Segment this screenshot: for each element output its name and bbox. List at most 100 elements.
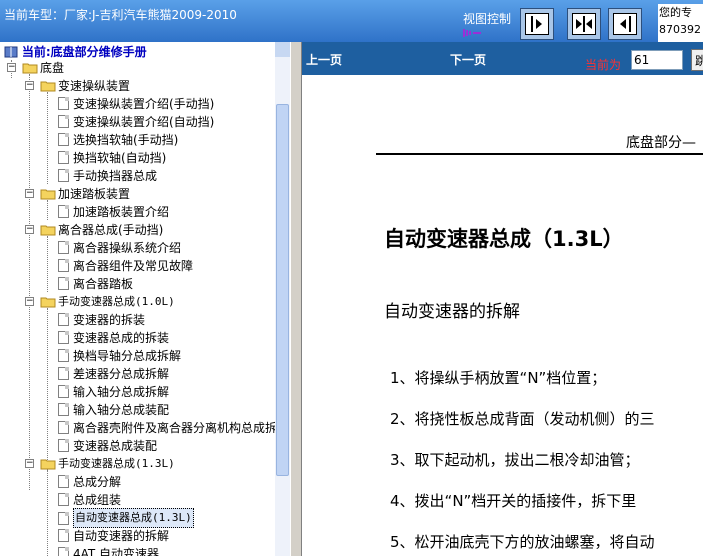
tree-item-label: 离合器总成(手动挡): [58, 222, 164, 237]
document-icon: [58, 403, 69, 416]
tree-item-label: 自动变速器的拆解: [73, 528, 170, 543]
tree-item[interactable]: 离合器踏板: [58, 274, 133, 292]
expander-minus-icon[interactable]: −: [25, 459, 34, 468]
top-bar: 当前车型：厂家:J-吉利汽车熊猫2009-2010 视图控制 您的专 87039…: [0, 0, 703, 42]
tree-item[interactable]: 变速器总成装配: [58, 436, 157, 454]
book-icon: [4, 46, 18, 57]
document-icon: [58, 205, 69, 218]
tree-item[interactable]: 总成分解: [58, 472, 121, 490]
tree-item-label: 总成分解: [73, 474, 122, 489]
tree-item[interactable]: 离合器组件及常见故障: [58, 256, 193, 274]
tree-item[interactable]: 变速器的拆装: [58, 310, 145, 328]
document-icon: [58, 151, 69, 164]
tree-item[interactable]: 换档导轴分总成拆解: [58, 346, 181, 364]
tree-item-label: 总成组装: [73, 492, 122, 507]
tree-item[interactable]: 加速踏板装置: [40, 184, 130, 202]
tree-item[interactable]: 加速踏板装置介绍: [58, 202, 169, 220]
tree-item[interactable]: 换挡软轴(自动挡): [58, 148, 166, 166]
tree-item-label: 变速操纵装置介绍(手动挡): [73, 96, 215, 111]
tree-scrollbar[interactable]: [275, 42, 290, 556]
panel-split-icon: [576, 16, 592, 32]
tree-item-label: 换档导轴分总成拆解: [73, 348, 182, 363]
expander-minus-icon[interactable]: −: [25, 297, 34, 306]
document-icon: [58, 169, 69, 182]
tree-item[interactable]: 变速操纵装置: [40, 76, 130, 94]
tree-item-label: 加速踏板装置: [58, 186, 131, 201]
document-icon: [58, 367, 69, 380]
document-icon: [58, 115, 69, 128]
document-icon: [58, 475, 69, 488]
tree-item-label: 自动变速器总成(1.3L): [73, 508, 194, 528]
tree-item-selected[interactable]: 自动变速器总成(1.3L): [58, 508, 194, 528]
view-split-button[interactable]: [567, 8, 601, 40]
tree-item-label: 离合器壳附件及离合器分离机构总成拆: [73, 420, 278, 435]
tree-item[interactable]: 底盘: [22, 58, 64, 76]
tree-item[interactable]: 离合器操纵系统介绍: [58, 238, 181, 256]
expander-minus-icon[interactable]: −: [25, 81, 34, 90]
tree-item[interactable]: 总成组装: [58, 490, 121, 508]
tree-item-label: 离合器踏板: [73, 276, 134, 291]
tree-item-label: 变速器总成装配: [73, 438, 158, 453]
tree-item-label: 输入轴分总成装配: [73, 402, 170, 417]
tree-item[interactable]: 输入轴分总成装配: [58, 400, 169, 418]
folder-icon: [40, 297, 56, 307]
tree-item[interactable]: 4AT 自动变速器: [58, 544, 159, 556]
document-icon: [58, 349, 69, 362]
header-divider: [376, 153, 703, 155]
tree-item-label: 离合器操纵系统介绍: [73, 240, 182, 255]
tree-line: [47, 236, 48, 292]
document-icon: [58, 439, 69, 452]
tree-item[interactable]: 手动换挡器总成: [58, 166, 157, 184]
tree-item[interactable]: 变速操纵装置介绍(手动挡): [58, 94, 214, 112]
folder-icon: [40, 225, 56, 235]
tree-line: [47, 92, 48, 184]
page-nav-bar: 上一页 下一页 当前为 跳: [302, 42, 703, 75]
prev-page-link[interactable]: 上一页: [306, 51, 342, 68]
document-icon: [58, 259, 69, 272]
document-view: 底盘部分— 自动变速器总成（1.3L） 自动变速器的拆解 1、将操纵手柄放置“N…: [302, 75, 703, 556]
document-icon: [58, 133, 69, 146]
step-text: 2、将挠性板总成背面（发动机侧）的三: [390, 410, 655, 428]
step-text: 5、松开油底壳下方的放油螺塞，将自动: [390, 533, 655, 551]
tree-item[interactable]: 离合器总成(手动挡): [40, 220, 163, 238]
folder-icon: [22, 63, 38, 73]
tree-item-label: 输入轴分总成拆解: [73, 384, 170, 399]
tree-item[interactable]: 输入轴分总成拆解: [58, 382, 169, 400]
document-icon: [58, 331, 69, 344]
tree-item-label: 4AT 自动变速器: [73, 546, 160, 556]
view-left-panel-button[interactable]: [520, 8, 554, 40]
tree-item-label: 换挡软轴(自动挡): [73, 150, 167, 165]
scroll-up-arrow-icon[interactable]: [275, 42, 290, 57]
next-page-link[interactable]: 下一页: [450, 51, 486, 68]
wave-icon: [463, 29, 481, 37]
expander-minus-icon[interactable]: −: [7, 63, 16, 72]
tree-item-label: 选换挡软轴(手动挡): [73, 132, 179, 147]
tree-item[interactable]: 手动变速器总成(1.3L): [40, 454, 175, 472]
tree-item[interactable]: 差速器分总成拆解: [58, 364, 169, 382]
tree-item-label: 差速器分总成拆解: [73, 366, 170, 381]
view-right-panel-button[interactable]: [608, 8, 642, 40]
expander-minus-icon[interactable]: −: [25, 225, 34, 234]
tree-item[interactable]: 选换挡软轴(手动挡): [58, 130, 178, 148]
tree-item-label: 加速踏板装置介绍: [73, 204, 170, 219]
account-line-1: 您的专: [659, 6, 692, 19]
tree-line: [47, 470, 48, 556]
tree-item-label: 变速操纵装置介绍(自动挡): [73, 114, 215, 129]
document-icon: [58, 277, 69, 290]
tree-item[interactable]: 变速操纵装置介绍(自动挡): [58, 112, 214, 130]
expander-minus-icon[interactable]: −: [25, 189, 34, 198]
tree-item[interactable]: 离合器壳附件及离合器分离机构总成拆: [58, 418, 277, 436]
go-button[interactable]: 跳: [691, 49, 703, 71]
tree-item[interactable]: 变速器总成的拆装: [58, 328, 169, 346]
document-icon: [58, 97, 69, 110]
tree-item-label: 底盘: [40, 60, 65, 75]
tree-item[interactable]: 自动变速器的拆解: [58, 526, 169, 544]
page-number-input[interactable]: [631, 50, 683, 70]
step-text: 1、将操纵手柄放置“N”档位置；: [390, 369, 607, 387]
tree-item[interactable]: 手动变速器总成(1.0L): [40, 292, 175, 310]
panel-splitter[interactable]: [290, 42, 302, 556]
tree-item-label: 手动变速器总成(1.0L): [58, 294, 175, 308]
scrollbar-thumb[interactable]: [276, 104, 289, 476]
document-icon: [58, 313, 69, 326]
document-icon: [58, 421, 69, 434]
